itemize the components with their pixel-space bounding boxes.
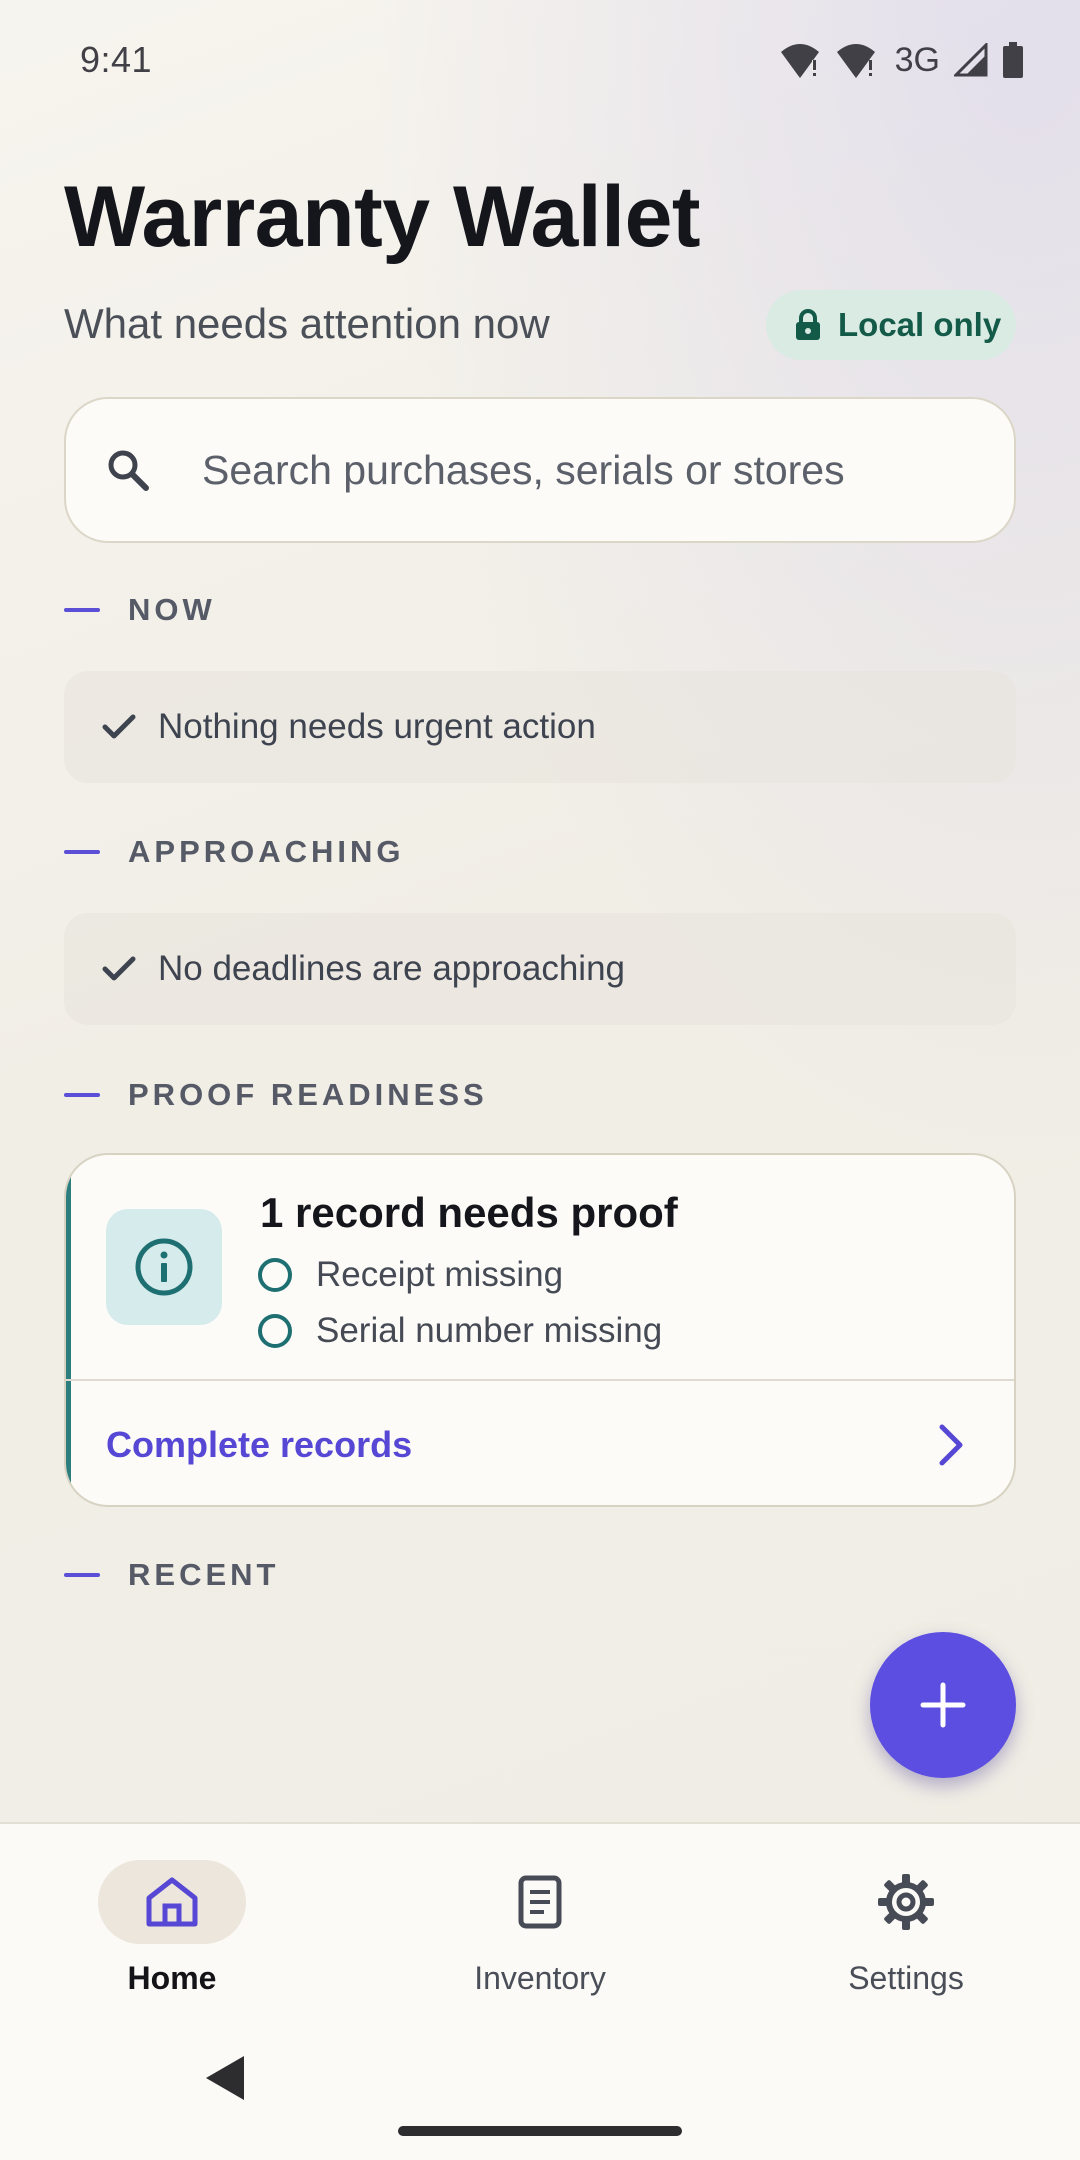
now-empty-message: Nothing needs urgent action: [158, 707, 596, 746]
chevron-right-icon: [939, 1424, 963, 1466]
section-now-label: NOW: [128, 592, 216, 627]
nav-active-indicator: [98, 1860, 246, 1944]
section-approaching-heading: APPROACHING: [64, 834, 405, 870]
wifi-alert-icon: [780, 44, 819, 78]
system-navigation-bar: [0, 2018, 1080, 2160]
proof-readiness-card[interactable]: 1 record needs proof Receipt missing Ser…: [64, 1153, 1016, 1507]
home-gesture-bar[interactable]: [398, 2126, 682, 2136]
info-icon: [135, 1238, 193, 1296]
nav-label-home: Home: [127, 1960, 217, 1996]
section-recent-heading: RECENT: [64, 1557, 279, 1593]
nav-label-settings: Settings: [848, 1960, 964, 1996]
status-icons: 3G: [779, 41, 1024, 80]
empty-circle-icon: [258, 1258, 292, 1292]
section-now-heading: NOW: [64, 592, 216, 628]
section-proof-heading: PROOF READINESS: [64, 1077, 488, 1113]
nav-label-inventory: Inventory: [474, 1960, 606, 1996]
local-only-badge: Local only: [766, 290, 1016, 360]
section-proof-label: PROOF READINESS: [128, 1077, 488, 1112]
background-tint: [0, 0, 1080, 1822]
search-bar[interactable]: [64, 397, 1016, 543]
nav-item-inventory[interactable]: Inventory: [420, 1824, 660, 2020]
section-dash: [64, 608, 100, 612]
signal-icon: [954, 43, 988, 77]
proof-item: Serial number missing: [258, 1311, 662, 1351]
check-icon: [102, 714, 136, 739]
gear-icon: [878, 1874, 934, 1930]
lock-icon: [796, 309, 820, 340]
page-subtitle: What needs attention now: [64, 300, 550, 347]
search-input[interactable]: [202, 446, 982, 494]
proof-item-label: Receipt missing: [316, 1255, 564, 1294]
nav-icon-container: [466, 1860, 614, 1944]
add-record-button[interactable]: [870, 1632, 1016, 1778]
section-dash: [64, 1573, 100, 1577]
search-icon: [108, 450, 149, 491]
approaching-empty-message: No deadlines are approaching: [158, 949, 625, 988]
status-time: 9:41: [80, 39, 153, 80]
bottom-navigation: Home Inventory Settings: [0, 1822, 1080, 2018]
proof-item-label: Serial number missing: [316, 1311, 663, 1350]
status-bar: 9:41 3G: [0, 0, 1080, 120]
page-title: Warranty Wallet: [64, 169, 701, 265]
plus-icon: [920, 1682, 966, 1728]
now-empty-state: Nothing needs urgent action: [64, 671, 1016, 783]
nav-item-home[interactable]: Home: [52, 1824, 292, 2020]
section-approaching-label: APPROACHING: [128, 834, 405, 869]
info-icon-container: [106, 1209, 222, 1325]
section-dash: [64, 850, 100, 854]
battery-icon: [1003, 42, 1023, 78]
proof-title: 1 record needs proof: [260, 1189, 678, 1236]
complete-records-label: Complete records: [106, 1424, 413, 1465]
empty-circle-icon: [258, 1314, 292, 1348]
back-icon[interactable]: [200, 2052, 248, 2104]
section-dash: [64, 1093, 100, 1097]
home-icon: [146, 1877, 198, 1927]
nav-item-settings[interactable]: Settings: [786, 1824, 1026, 2020]
proof-item: Receipt missing: [258, 1255, 563, 1295]
complete-records-button[interactable]: Complete records: [66, 1381, 1014, 1505]
wifi-alert-icon: [836, 44, 875, 78]
network-type: 3G: [894, 40, 940, 79]
local-only-label: Local only: [838, 306, 1002, 343]
nav-icon-container: [832, 1860, 980, 1944]
approaching-empty-state: No deadlines are approaching: [64, 913, 1016, 1025]
document-icon: [518, 1875, 562, 1929]
section-recent-label: RECENT: [128, 1557, 280, 1592]
check-icon: [102, 956, 136, 981]
